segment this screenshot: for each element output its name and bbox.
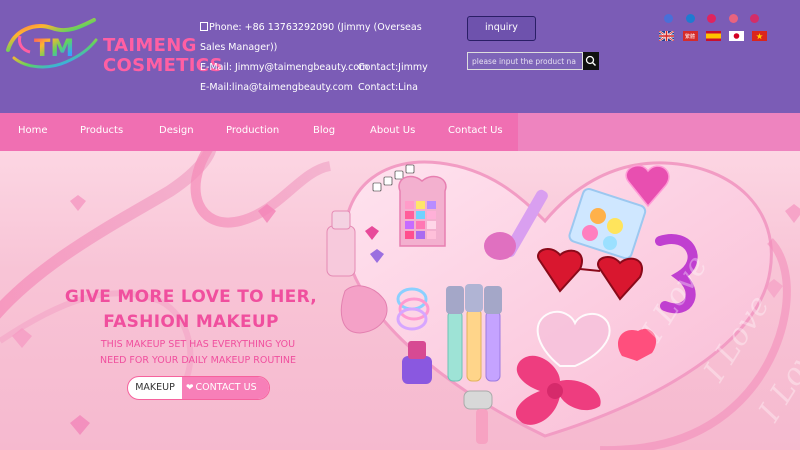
brand-logo[interactable]: TM TAIMENG COSMETICS xyxy=(4,14,223,76)
inquiry-button[interactable]: inquiry xyxy=(467,16,536,41)
pinterest-icon[interactable] xyxy=(707,14,716,23)
search-input[interactable] xyxy=(467,52,583,70)
contact-name-jimmy: Contact:Jimmy xyxy=(358,62,428,73)
search-button[interactable] xyxy=(583,52,599,70)
brand-logo-mark: TM xyxy=(6,18,98,69)
flag-chinese-traditional-icon[interactable]: 繁體 xyxy=(683,31,698,41)
hero-subtitle-line1: THIS MAKEUP SET HAS EVERYTHING YOU xyxy=(100,339,296,350)
hero-headline-line2: FASHION MAKEUP xyxy=(103,312,279,332)
nav-item-blog[interactable]: Blog xyxy=(313,113,335,151)
linkedin-icon[interactable] xyxy=(686,14,695,23)
cta-contact-us-label: CONTACT US xyxy=(195,382,257,393)
hero-headline: GIVE MORE LOVE TO HER, FASHION MAKEUP xyxy=(52,285,330,335)
contact-phone: Phone: +86 13763292090 (Jimmy (Overseas … xyxy=(200,18,430,58)
main-nav: Home Products Design Production Blog Abo… xyxy=(0,113,800,151)
nav-item-design[interactable]: Design xyxy=(159,113,194,151)
site-header: TM TAIMENG COSMETICS Phone: +86 13763292… xyxy=(0,0,800,113)
cta-contact-us-button[interactable]: ❤ CONTACT US xyxy=(182,377,269,399)
instagram-icon[interactable] xyxy=(750,14,759,23)
flag-english-icon[interactable] xyxy=(659,31,674,41)
flag-japanese-icon[interactable] xyxy=(729,31,744,41)
nav-item-contact-us[interactable]: Contact Us xyxy=(448,113,503,151)
nav-item-production[interactable]: Production xyxy=(226,113,279,151)
nav-item-home[interactable]: Home xyxy=(18,113,48,151)
nav-strip xyxy=(518,113,800,151)
svg-text:繁體: 繁體 xyxy=(685,33,695,40)
hero-cta: MAKEUP ❤ CONTACT US xyxy=(127,376,270,400)
phone-icon xyxy=(200,22,208,31)
hero-headline-line1: GIVE MORE LOVE TO HER, xyxy=(64,287,318,307)
search-icon xyxy=(585,55,596,66)
hero-banner: I Love I Love I Love GIVE MORE LOVE TO H… xyxy=(0,151,800,450)
contact-email-jimmy[interactable]: E-Mail: Jimmy@taimengbeauty.com xyxy=(200,58,368,78)
flag-vietnamese-icon[interactable] xyxy=(752,31,767,41)
social-links xyxy=(662,14,762,26)
facebook-icon[interactable] xyxy=(664,14,673,23)
product-search xyxy=(467,52,599,70)
heart-icon: ❤ xyxy=(186,383,194,393)
hero-subtitle-line2: NEED FOR YOUR DAILY MAKEUP ROUTINE xyxy=(99,355,297,366)
nav-item-about-us[interactable]: About Us xyxy=(370,113,415,151)
nav-item-products[interactable]: Products xyxy=(80,113,123,151)
contact-name-lina: Contact:Lina xyxy=(358,82,418,93)
contact-email-lina[interactable]: E-Mail:lina@taimengbeauty.com xyxy=(200,78,353,98)
brand-name-line1: TAIMENG xyxy=(103,35,197,56)
youtube-icon[interactable] xyxy=(729,14,738,23)
hero-subtitle: THIS MAKEUP SET HAS EVERYTHING YOU NEED … xyxy=(88,337,308,369)
brand-logo-mark-text: TM xyxy=(34,34,74,62)
cta-makeup-button[interactable]: MAKEUP xyxy=(128,377,182,399)
flag-spanish-icon[interactable] xyxy=(706,31,721,41)
contact-phone-text: Phone: +86 13763292090 (Jimmy (Overseas … xyxy=(200,22,422,53)
